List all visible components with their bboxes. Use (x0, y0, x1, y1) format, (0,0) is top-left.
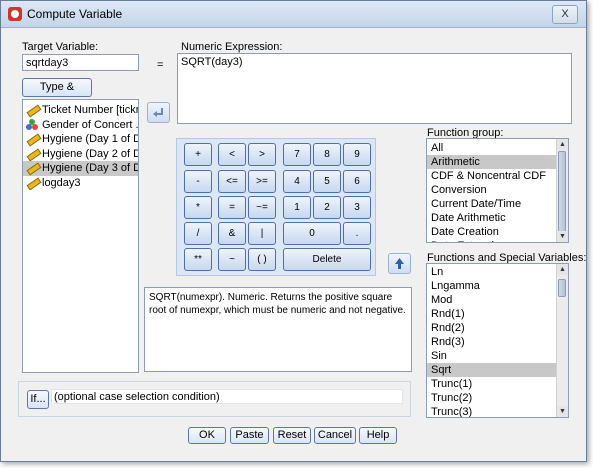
target-variable-input[interactable]: sqrtday3 (22, 54, 139, 71)
key-parentheses[interactable]: ( ) (248, 248, 276, 271)
key-minus[interactable]: - (184, 170, 212, 193)
key-power[interactable]: ** (184, 248, 212, 271)
scale-variable-icon (26, 178, 39, 188)
key-delete[interactable]: Delete (283, 248, 371, 271)
function-description: SQRT(numexpr). Numeric. Returns the posi… (144, 287, 412, 372)
numeric-expression-label: Numeric Expression: (181, 41, 283, 53)
key-less-equal[interactable]: <= (218, 170, 246, 193)
variable-item[interactable]: Ticket Number [tickn... (23, 103, 138, 118)
nominal-variable-icon (26, 118, 39, 131)
function-group-item[interactable]: Conversion (427, 183, 556, 197)
if-condition-text: (optional case selection condition) (51, 389, 403, 404)
scale-variable-icon (26, 105, 39, 115)
function-group-item[interactable]: Current Date/Time (427, 197, 556, 211)
variable-item[interactable]: Hygiene (Day 1 of D... (23, 132, 138, 147)
key-and[interactable]: & (218, 222, 246, 245)
scroll-up-icon[interactable]: ▲ (557, 264, 568, 275)
key-equals[interactable]: = (218, 196, 246, 219)
key-decimal[interactable]: . (343, 222, 371, 245)
variable-label: Hygiene (Day 3 of D... (42, 162, 138, 175)
if-button[interactable]: If... (27, 390, 49, 409)
ok-button[interactable]: OK (188, 427, 226, 444)
function-group-item[interactable]: Date Creation (427, 225, 556, 239)
app-icon (8, 7, 22, 21)
title-bar[interactable]: Compute Variable X (1, 1, 586, 28)
key-less-than[interactable]: < (218, 143, 246, 166)
scroll-down-icon[interactable]: ▼ (557, 406, 568, 417)
key-7[interactable]: 7 (283, 143, 311, 166)
function-group-item[interactable]: Date Arithmetic (427, 211, 556, 225)
key-greater-than[interactable]: > (248, 143, 276, 166)
function-item[interactable]: Trunc(2) (427, 391, 556, 405)
function-item[interactable]: Rnd(1) (427, 307, 556, 321)
window-title: Compute Variable (27, 7, 123, 21)
function-item[interactable]: Lngamma (427, 279, 556, 293)
key-3[interactable]: 3 (343, 196, 371, 219)
variable-item[interactable]: Hygiene (Day 2 of D... (23, 147, 138, 162)
insert-function-button[interactable] (388, 253, 411, 274)
type-label-button[interactable]: Type & Label... (22, 78, 92, 110)
variable-label: Ticket Number [tickn... (42, 104, 138, 117)
key-2[interactable]: 2 (313, 196, 341, 219)
scale-variable-icon (26, 149, 39, 159)
paste-button[interactable]: Paste (230, 427, 269, 444)
reset-button[interactable]: Reset (273, 427, 311, 444)
function-item[interactable]: Sqrt (427, 363, 556, 377)
numeric-expression-input[interactable]: SQRT(day3) (177, 53, 572, 124)
up-arrow-icon (395, 258, 404, 269)
function-item[interactable]: Trunc(3) (427, 405, 556, 417)
key-0[interactable]: 0 (283, 222, 341, 245)
variable-label: Gender of Concert ... (42, 118, 138, 131)
function-item[interactable]: Mod (427, 293, 556, 307)
scroll-down-icon[interactable]: ▼ (557, 231, 568, 242)
key-divide[interactable]: / (184, 222, 212, 245)
equals-sign: = (157, 59, 164, 71)
cancel-button[interactable]: Cancel (314, 427, 356, 444)
function-group-item[interactable]: Arithmetic (427, 155, 556, 169)
variable-label: Hygiene (Day 1 of D... (42, 133, 138, 146)
function-item[interactable]: Rnd(3) (427, 335, 556, 349)
scrollbar-thumb[interactable] (558, 279, 566, 297)
function-item[interactable]: Ln (427, 265, 556, 279)
variable-item[interactable]: Hygiene (Day 3 of D... (23, 161, 138, 176)
key-9[interactable]: 9 (343, 143, 371, 166)
scale-variable-icon (26, 134, 39, 144)
close-button[interactable]: X (552, 5, 578, 24)
key-4[interactable]: 4 (283, 170, 311, 193)
return-arrow-icon (153, 108, 163, 117)
functions-list[interactable]: Ln Lngamma Mod Rnd(1) Rnd(2) Rnd(3) Sin Sqrt Tru… (426, 263, 569, 418)
key-6[interactable]: 6 (343, 170, 371, 193)
function-group-item[interactable]: Date Extraction (427, 239, 556, 242)
scrollbar-thumb[interactable] (558, 151, 566, 237)
scale-variable-icon (26, 163, 39, 173)
key-greater-equal[interactable]: >= (248, 170, 276, 193)
key-not-equal[interactable]: ~= (248, 196, 276, 219)
variable-item[interactable]: Gender of Concert ... (23, 118, 138, 133)
help-button[interactable]: Help (359, 427, 397, 444)
move-to-expression-button[interactable] (147, 102, 170, 123)
function-item[interactable]: Sin (427, 349, 556, 363)
function-item[interactable]: Rnd(2) (427, 321, 556, 335)
variable-list[interactable]: Ticket Number [tickn...Gender of Concert… (22, 99, 139, 373)
key-or[interactable]: | (248, 222, 276, 245)
key-plus[interactable]: + (184, 143, 212, 166)
function-group-list[interactable]: All Arithmetic CDF & Noncentral CDF Convers… (426, 138, 569, 243)
function-group-item[interactable]: CDF & Noncentral CDF (427, 169, 556, 183)
function-item[interactable]: Trunc(1) (427, 377, 556, 391)
variable-label: logday3 (42, 176, 81, 189)
target-variable-label: Target Variable: (22, 41, 99, 53)
key-1[interactable]: 1 (283, 196, 311, 219)
key-multiply[interactable]: * (184, 196, 212, 219)
variable-label: Hygiene (Day 2 of D... (42, 147, 138, 160)
key-not[interactable]: ~ (218, 248, 246, 271)
functions-scrollbar[interactable]: ▲ ▼ (556, 264, 568, 417)
compute-variable-dialog: Compute Variable X Target Variable: sqrt… (0, 0, 587, 462)
key-8[interactable]: 8 (313, 143, 341, 166)
if-condition-group: If... (optional case selection condition… (18, 381, 411, 417)
scroll-up-icon[interactable]: ▲ (557, 139, 568, 150)
variable-item[interactable]: logday3 (23, 176, 138, 191)
function-group-item[interactable]: All (427, 141, 556, 155)
function-group-scrollbar[interactable]: ▲ ▼ (556, 139, 568, 242)
key-5[interactable]: 5 (313, 170, 341, 193)
